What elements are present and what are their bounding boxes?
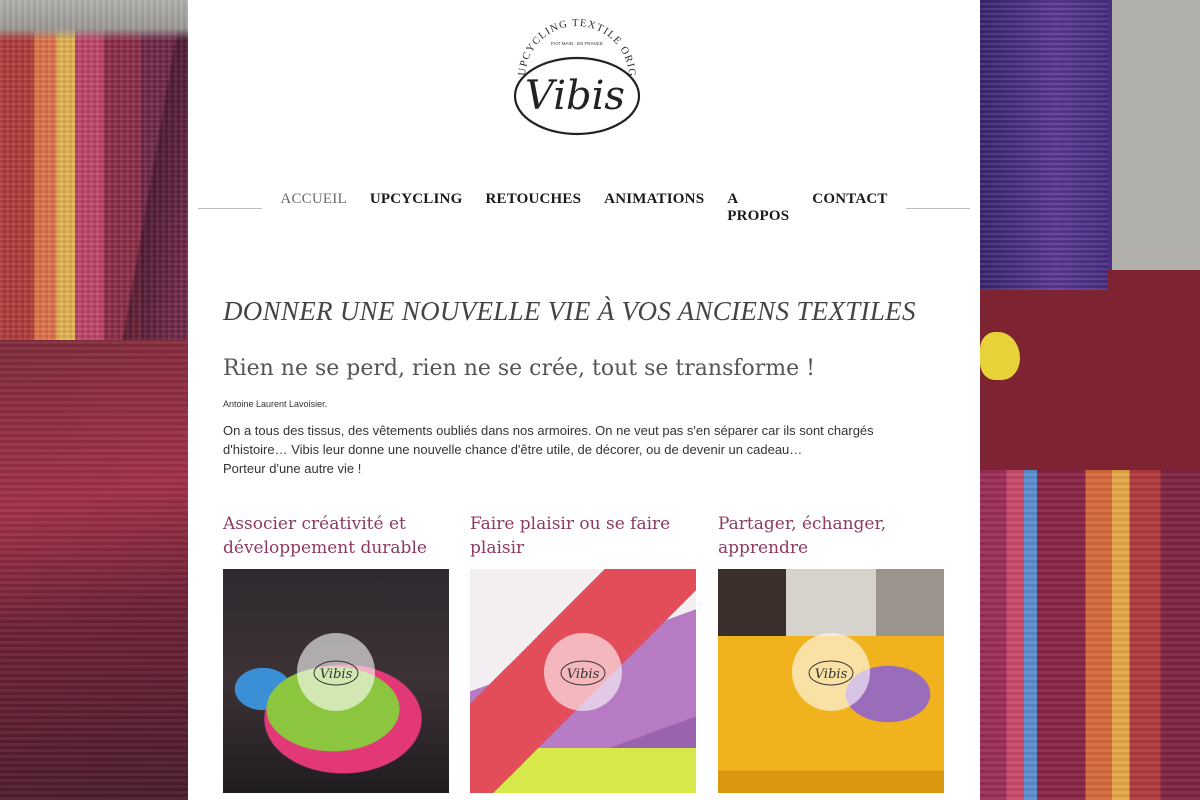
logo-badge: Vibis <box>297 633 375 711</box>
background-strap <box>980 0 1108 290</box>
badge-text: Vibis <box>815 667 848 682</box>
quote-author: Antoine Laurent Lavoisier. <box>223 399 328 409</box>
background-fabric-left <box>0 0 188 800</box>
nav-rule-right <box>905 207 970 209</box>
badge-text: Vibis <box>320 667 353 682</box>
background-fabric-right <box>980 0 1200 800</box>
feature-card-partager[interactable]: Partager, échanger, apprendre Vibis <box>718 512 944 793</box>
nav-rule-left <box>198 207 263 209</box>
nav-item-accueil[interactable]: ACCUEIL <box>280 191 346 225</box>
gift-boxes-photo[interactable]: Vibis <box>470 569 696 793</box>
background-thread-knot <box>980 332 1020 380</box>
badge-logo-icon: Vibis <box>560 660 606 686</box>
logo-mark: UPCYCLING TEXTILE ORIGINAL FAIT MAIN · E… <box>507 4 641 136</box>
badge-text: Vibis <box>567 667 600 682</box>
nav-items: ACCUEIL UPCYCLING RETOUCHES ANIMATIONS A… <box>280 191 887 225</box>
intro-paragraph: On a tous des tissus, des vêtements oubl… <box>223 423 874 457</box>
logo-small-text: FAIT MAIN · EN FRANCE <box>551 41 603 46</box>
card-title[interactable]: Faire plaisir ou se faire plaisir <box>470 512 696 568</box>
main-panel: UPCYCLING TEXTILE ORIGINAL FAIT MAIN · E… <box>188 0 980 800</box>
feature-card-plaisir[interactable]: Faire plaisir ou se faire plaisir Vibis <box>470 512 696 793</box>
intro-text: On a tous des tissus, des vêtements oubl… <box>223 421 923 478</box>
nav-item-a-propos[interactable]: A PROPOS <box>727 191 789 225</box>
nav-item-upcycling[interactable]: UPCYCLING <box>370 191 463 225</box>
page-title: DONNER UNE NOUVELLE VIE À VOS ANCIENS TE… <box>223 296 916 326</box>
logo-badge: Vibis <box>792 633 870 711</box>
site-logo[interactable]: UPCYCLING TEXTILE ORIGINAL FAIT MAIN · E… <box>507 4 643 138</box>
background-fabric-left-lower <box>0 340 188 800</box>
intro-tagline: Porteur d'une autre vie ! <box>223 461 362 476</box>
main-nav: ACCUEIL UPCYCLING RETOUCHES ANIMATIONS A… <box>198 191 970 224</box>
nav-item-contact[interactable]: CONTACT <box>812 191 887 225</box>
sewing-machine-photo[interactable]: Vibis <box>223 569 449 793</box>
logo-badge: Vibis <box>544 633 622 711</box>
quote: Rien ne se perd, rien ne se crée, tout s… <box>223 356 815 381</box>
logo-brand: Vibis <box>525 73 625 119</box>
nav-item-animations[interactable]: ANIMATIONS <box>604 191 704 225</box>
nav-item-retouches[interactable]: RETOUCHES <box>485 191 581 225</box>
sewing-workshop-photo[interactable]: Vibis <box>718 569 944 793</box>
badge-logo-icon: Vibis <box>808 660 854 686</box>
card-title[interactable]: Associer créativité et développement dur… <box>223 512 449 568</box>
background-stripes <box>980 470 1200 800</box>
feature-card-creativite[interactable]: Associer créativité et développement dur… <box>223 512 449 793</box>
card-title[interactable]: Partager, échanger, apprendre <box>718 512 944 568</box>
badge-logo-icon: Vibis <box>313 660 359 686</box>
